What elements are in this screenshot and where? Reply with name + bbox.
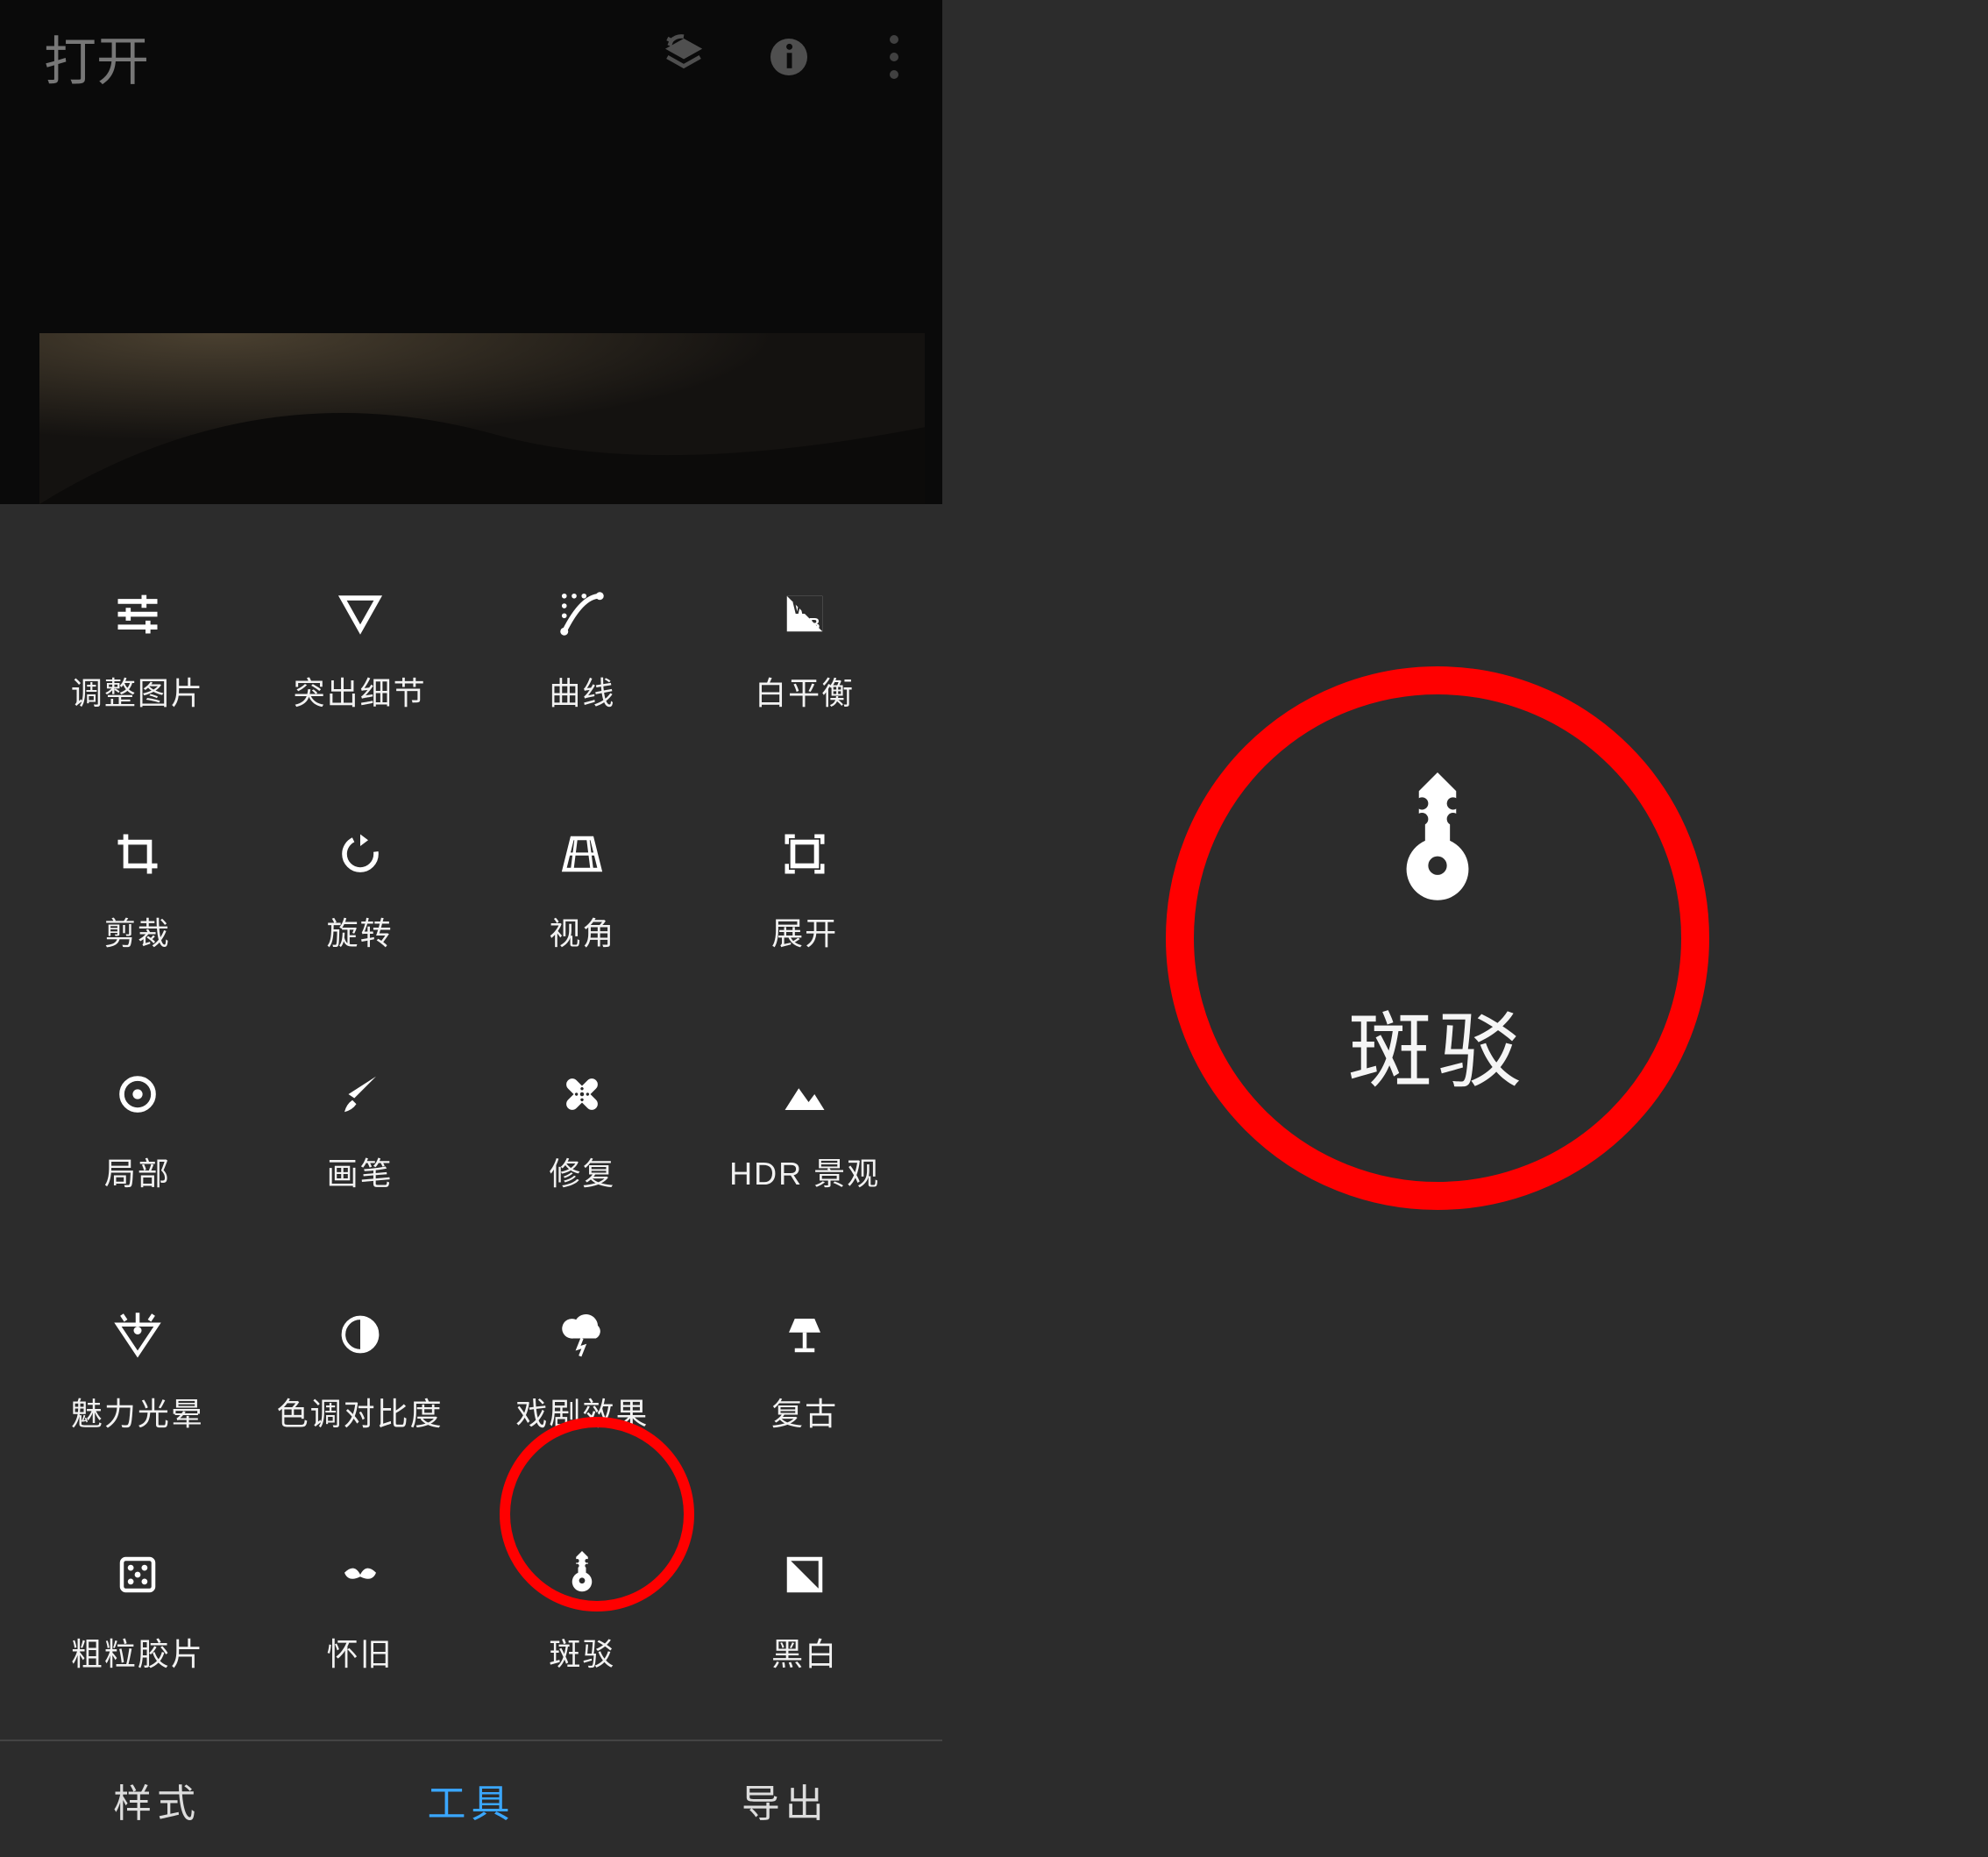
highlight-circle-large: 斑驳: [1166, 666, 1709, 1210]
bottom-tabs: 样式 工具 导出: [0, 1743, 942, 1857]
bandage-icon: [556, 1068, 608, 1121]
tool-selective[interactable]: 局部: [104, 1068, 171, 1194]
sliders-icon: [111, 587, 164, 640]
brush-icon: [334, 1068, 387, 1121]
rotate-icon: [334, 828, 387, 880]
tab-tools[interactable]: 工具: [314, 1743, 628, 1857]
wb-icon: [778, 587, 831, 640]
tools-panel: 调整图片 突出细节 曲线 白平衡剪裁 旋转 视角 展开局部 画笔 修复 HDR 景观魅力光晕 色调对…: [0, 504, 942, 1743]
tool-tonal[interactable]: 色调对比度: [277, 1308, 444, 1434]
tool-label: 魅力光晕: [71, 1389, 204, 1434]
tool-white-balance[interactable]: 白平衡: [755, 587, 855, 714]
tool-label: 展开: [771, 908, 838, 954]
guitar-icon: [556, 1548, 608, 1601]
tool-label: HDR 景观: [729, 1149, 880, 1194]
mustache-icon: [334, 1548, 387, 1601]
tool-rotate[interactable]: 旋转: [327, 828, 394, 954]
expand-icon: [778, 828, 831, 880]
bw-icon: [778, 1548, 831, 1601]
glow-icon: [111, 1308, 164, 1361]
tool-glamour[interactable]: 魅力光晕: [71, 1308, 204, 1434]
tool-label: 怀旧: [327, 1629, 394, 1675]
tool-bw[interactable]: 黑白: [771, 1548, 838, 1675]
preview-image: [39, 333, 925, 504]
info-icon[interactable]: [758, 26, 820, 88]
tool-label: 曲线: [549, 668, 615, 714]
perspective-icon: [556, 828, 608, 880]
zoom-tool-label: 斑驳: [1348, 983, 1527, 1105]
tool-label: 画笔: [327, 1149, 394, 1194]
tab-export[interactable]: 导出: [628, 1743, 942, 1857]
tool-healing[interactable]: 修复: [549, 1068, 615, 1194]
tool-label: 突出细节: [294, 668, 427, 714]
more-icon[interactable]: [863, 26, 925, 88]
top-bar: 打开: [0, 0, 942, 114]
tab-styles[interactable]: 样式: [0, 1743, 314, 1857]
tool-retrolux[interactable]: 怀旧: [327, 1548, 394, 1675]
tool-label: 局部: [104, 1149, 171, 1194]
half-circle-icon: [334, 1308, 387, 1361]
lamp-icon: [778, 1308, 831, 1361]
tool-curves[interactable]: 曲线: [549, 587, 615, 714]
tool-perspective[interactable]: 视角: [549, 828, 615, 954]
image-preview-area: 打开: [0, 0, 942, 504]
tool-brush[interactable]: 画笔: [327, 1068, 394, 1194]
phone-screenshot: 打开: [0, 0, 942, 1857]
tool-expand[interactable]: 展开: [771, 828, 838, 954]
tool-grainy[interactable]: 粗粒胶片: [71, 1548, 204, 1675]
tool-drama[interactable]: 戏剧效果: [515, 1308, 649, 1434]
divider: [0, 1740, 942, 1741]
tool-label: 粗粒胶片: [71, 1629, 204, 1675]
tool-label: 戏剧效果: [515, 1389, 649, 1434]
tool-label: 旋转: [327, 908, 394, 954]
mountains-icon: [778, 1068, 831, 1121]
tool-label: 复古: [771, 1389, 838, 1434]
tool-label: 黑白: [771, 1629, 838, 1675]
tool-label: 修复: [549, 1149, 615, 1194]
dice-icon: [111, 1548, 164, 1601]
tool-vintage[interactable]: 复古: [771, 1308, 838, 1434]
cloud-bolt-icon: [556, 1308, 608, 1361]
tool-crop[interactable]: 剪裁: [104, 828, 171, 954]
guitar-icon: [1363, 772, 1512, 921]
tool-details[interactable]: 突出细节: [294, 587, 427, 714]
target-icon: [111, 1068, 164, 1121]
tool-label: 剪裁: [104, 908, 171, 954]
tool-tune[interactable]: 调整图片: [71, 587, 204, 714]
tool-label: 白平衡: [755, 668, 855, 714]
curve-icon: [556, 587, 608, 640]
tool-label: 视角: [549, 908, 615, 954]
tool-label: 斑驳: [549, 1629, 615, 1675]
tool-label: 色调对比度: [277, 1389, 444, 1434]
open-button[interactable]: 打开: [44, 19, 149, 96]
tool-grunge[interactable]: 斑驳: [549, 1548, 615, 1675]
layers-icon[interactable]: [653, 26, 714, 88]
triangle-down-icon: [334, 587, 387, 640]
tool-hdr[interactable]: HDR 景观: [729, 1068, 880, 1194]
tool-label: 调整图片: [71, 668, 204, 714]
crop-icon: [111, 828, 164, 880]
